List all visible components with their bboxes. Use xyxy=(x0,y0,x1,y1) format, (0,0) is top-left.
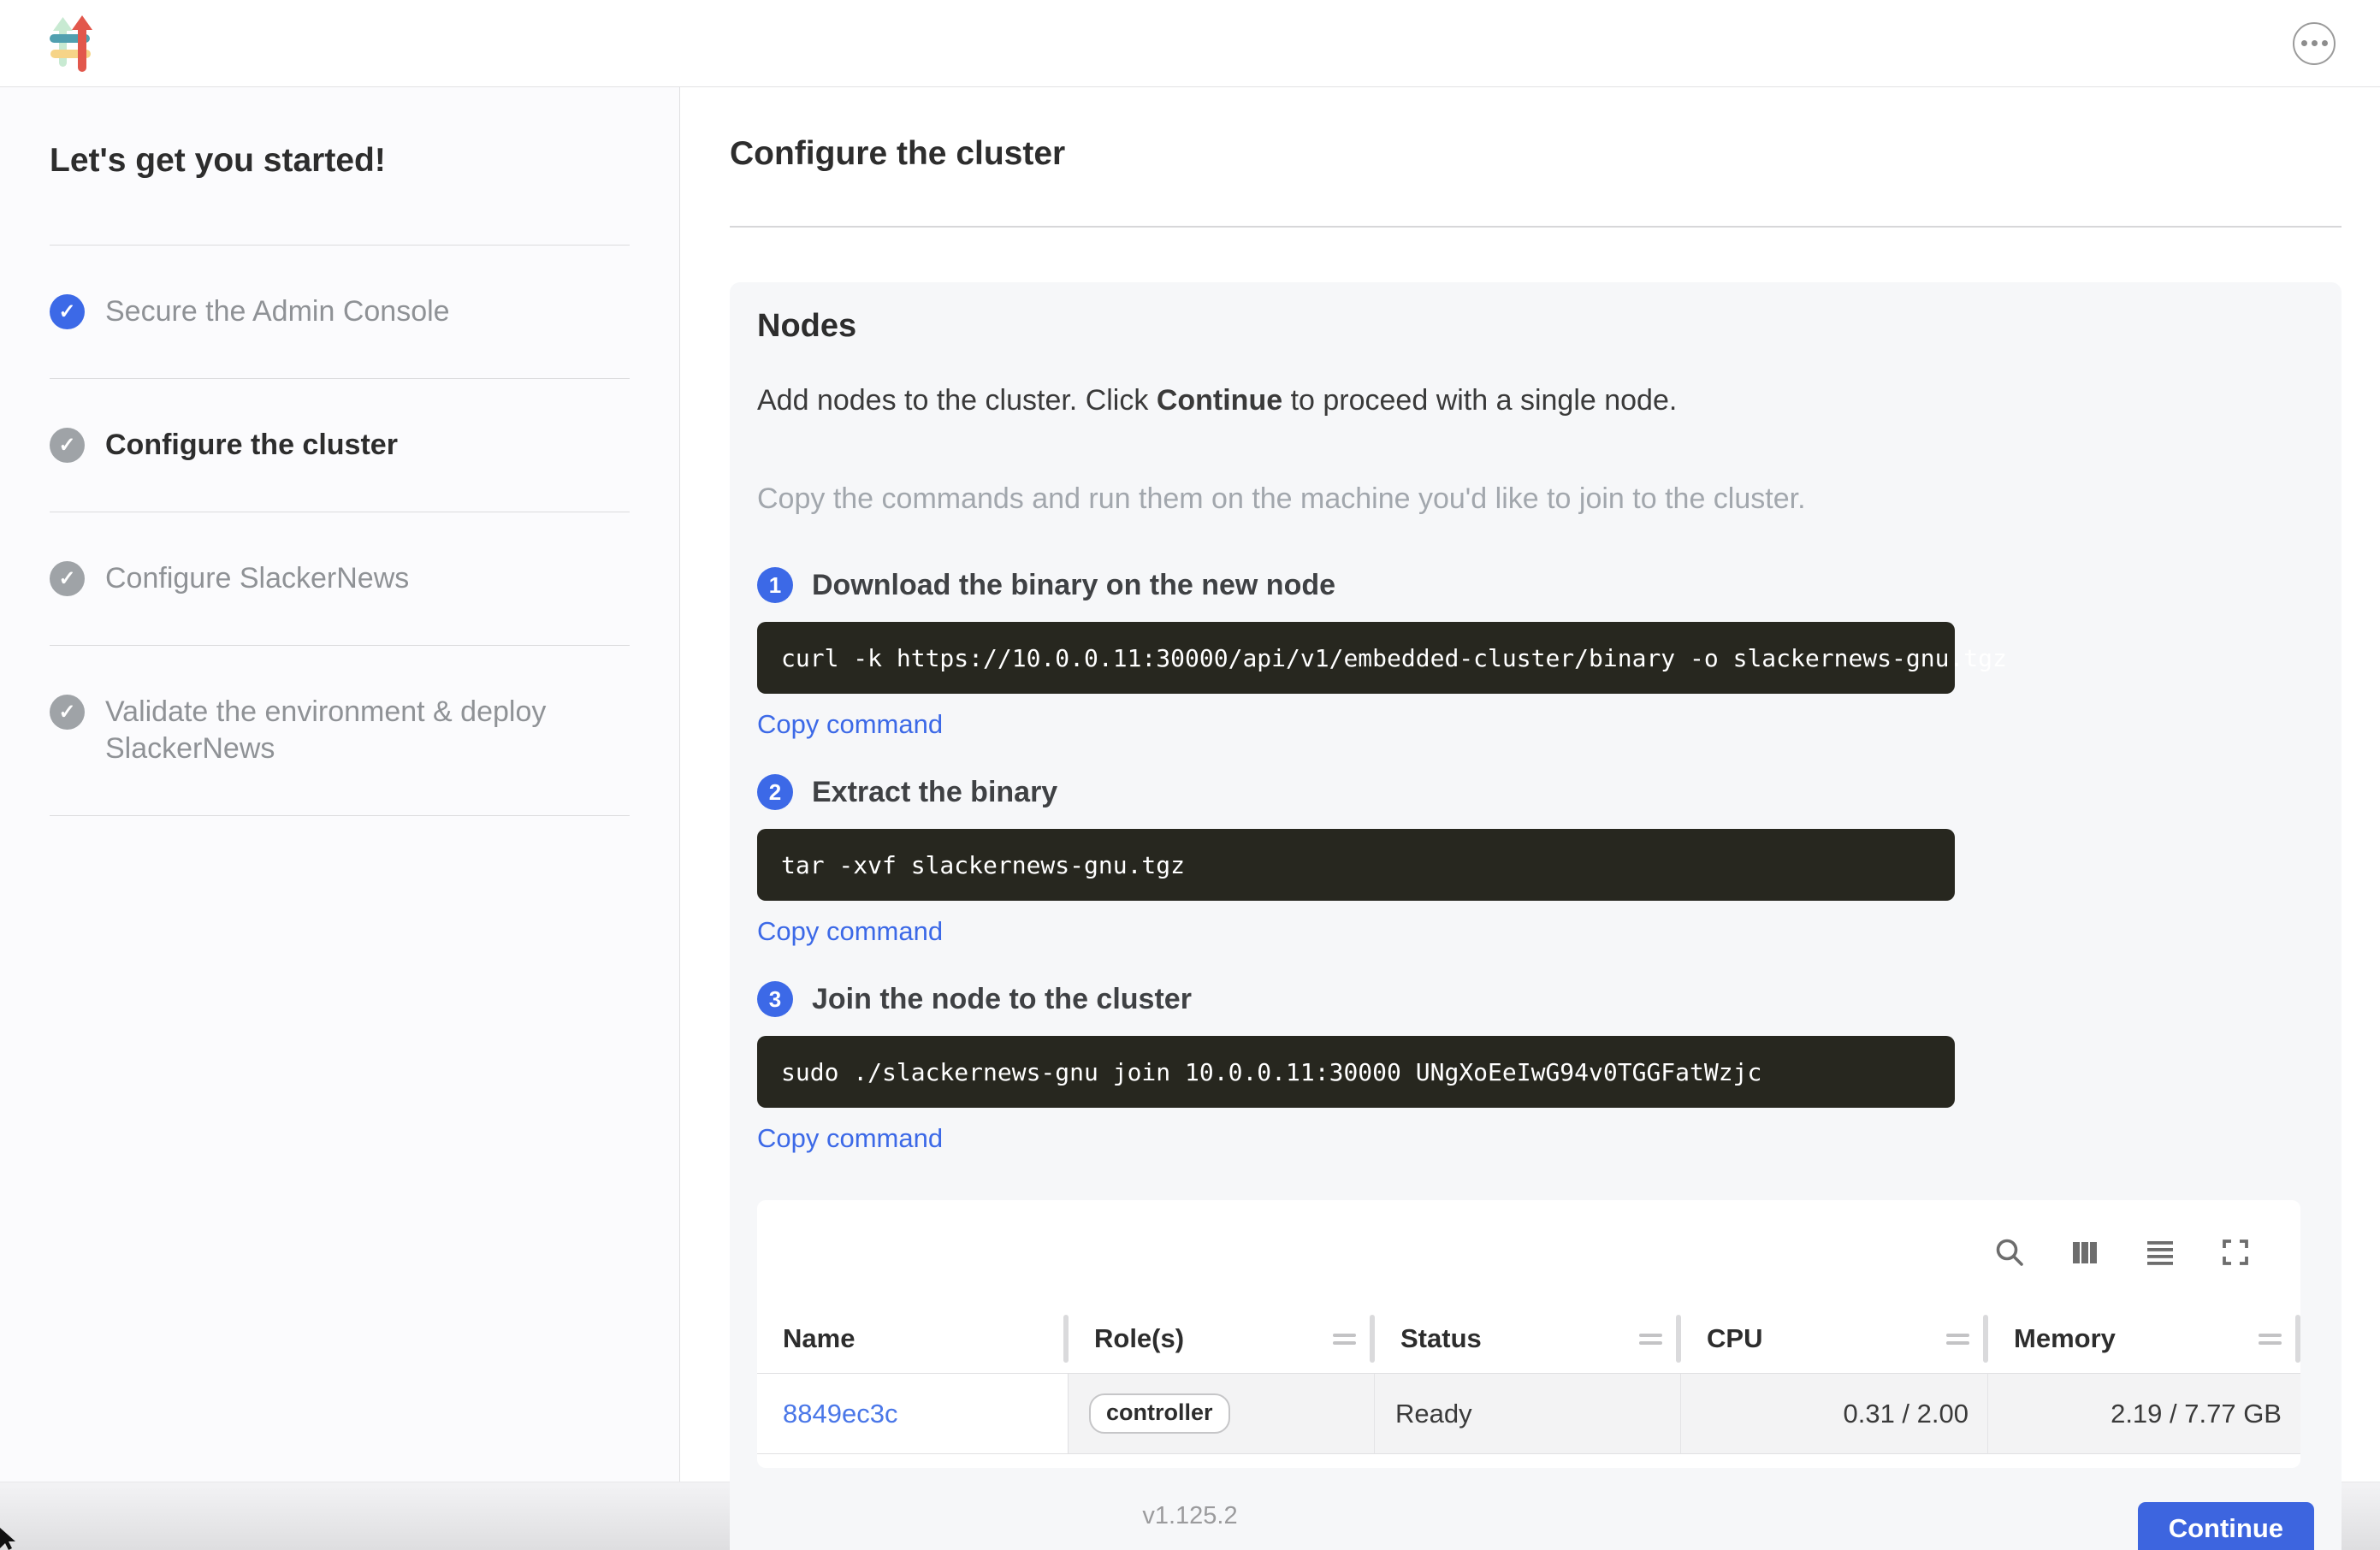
node-cpu-cell: 0.31 / 2.00 xyxy=(1681,1374,1988,1454)
sidebar-item-label: Configure SlackerNews xyxy=(105,560,409,597)
step-2-header: 2 Extract the binary xyxy=(757,774,2314,810)
ellipsis-icon xyxy=(2301,40,2307,46)
node-roles-cell: controller xyxy=(1069,1374,1375,1454)
table-row: 8849ec3c controller Ready 0.31 / 2.00 2.… xyxy=(757,1374,2300,1454)
column-menu-icon[interactable] xyxy=(1946,1329,1969,1349)
role-chip: controller xyxy=(1089,1393,1230,1434)
nodes-card: Nodes Add nodes to the cluster. Click Co… xyxy=(730,282,2342,1550)
column-header-memory[interactable]: Memory xyxy=(1988,1304,2300,1373)
sidebar-title: Let's get you started! xyxy=(50,87,630,246)
node-name-link[interactable]: 8849ec3c xyxy=(783,1399,897,1429)
nodes-instructions: Copy the commands and run them on the ma… xyxy=(757,482,2314,516)
sidebar-item-label: Validate the environment & deploy Slacke… xyxy=(105,694,630,767)
step-1-title: Download the binary on the new node xyxy=(812,569,1335,602)
check-circle-complete-icon: ✓ xyxy=(50,294,85,329)
node-memory-cell: 2.19 / 7.77 GB xyxy=(1988,1374,2300,1454)
top-header xyxy=(0,0,2380,87)
column-menu-icon[interactable] xyxy=(2259,1329,2282,1349)
column-header-roles[interactable]: Role(s) xyxy=(1069,1304,1375,1373)
step-2-badge: 2 xyxy=(757,774,793,810)
sidebar-item-configure-cluster[interactable]: ✓ Configure the cluster xyxy=(50,379,630,512)
more-menu-button[interactable] xyxy=(2293,22,2336,65)
setup-steps-nav: ✓ Secure the Admin Console ✓ Configure t… xyxy=(50,246,630,816)
step-2-command-code: tar -xvf slackernews-gnu.tgz xyxy=(757,829,1955,901)
step-3-header: 3 Join the node to the cluster xyxy=(757,981,2314,1017)
mouse-cursor-icon xyxy=(0,1528,19,1550)
step-3-command-code: sudo ./slackernews-gnu join 10.0.0.11:30… xyxy=(757,1036,1955,1108)
page-title: Configure the cluster xyxy=(730,135,2342,173)
sidebar-item-label: Secure the Admin Console xyxy=(105,293,450,330)
check-circle-pending-icon: ✓ xyxy=(50,561,85,596)
title-divider xyxy=(730,226,2342,228)
sidebar-item-configure-slackernews[interactable]: ✓ Configure SlackerNews xyxy=(50,512,630,646)
step-3-title: Join the node to the cluster xyxy=(812,983,1192,1016)
step-3-badge: 3 xyxy=(757,981,793,1017)
node-status-cell: Ready xyxy=(1375,1374,1681,1454)
setup-sidebar: Let's get you started! ✓ Secure the Admi… xyxy=(0,87,680,1482)
version-label: v1.125.2 xyxy=(1142,1502,1237,1530)
table-toolbar xyxy=(757,1200,2300,1304)
step-1-command-code: curl -k https://10.0.0.11:30000/api/v1/e… xyxy=(757,622,1955,694)
column-header-name[interactable]: Name xyxy=(757,1304,1069,1373)
step-1-badge: 1 xyxy=(757,567,793,603)
sidebar-item-label: Configure the cluster xyxy=(105,427,398,464)
table-header-row: Name Role(s) Status CPU xyxy=(757,1304,2300,1374)
step-2-title: Extract the binary xyxy=(812,776,1057,809)
main-content: Configure the cluster Nodes Add nodes to… xyxy=(680,87,2380,1482)
nodes-intro: Add nodes to the cluster. Click Continue… xyxy=(757,384,2314,417)
step-2-copy-command-link[interactable]: Copy command xyxy=(757,916,943,947)
sidebar-item-validate-deploy[interactable]: ✓ Validate the environment & deploy Slac… xyxy=(50,646,630,816)
column-menu-icon[interactable] xyxy=(1333,1329,1356,1349)
card-actions: Continue xyxy=(757,1502,2314,1550)
search-icon[interactable] xyxy=(1992,1235,2027,1269)
columns-icon[interactable] xyxy=(2068,1235,2102,1269)
check-circle-pending-icon: ✓ xyxy=(50,428,85,463)
step-1-header: 1 Download the binary on the new node xyxy=(757,567,2314,603)
column-header-status[interactable]: Status xyxy=(1375,1304,1681,1373)
column-header-cpu[interactable]: CPU xyxy=(1681,1304,1988,1373)
nodes-table: Name Role(s) Status CPU xyxy=(757,1200,2300,1468)
check-circle-pending-icon: ✓ xyxy=(50,695,85,730)
fullscreen-icon[interactable] xyxy=(2218,1235,2253,1269)
step-1-copy-command-link[interactable]: Copy command xyxy=(757,709,943,740)
slackernews-logo-icon xyxy=(50,15,99,72)
density-icon[interactable] xyxy=(2143,1235,2177,1269)
column-separator[interactable] xyxy=(2295,1315,2300,1363)
step-3-copy-command-link[interactable]: Copy command xyxy=(757,1123,943,1154)
continue-button[interactable]: Continue xyxy=(2138,1502,2314,1550)
sidebar-item-secure-admin-console[interactable]: ✓ Secure the Admin Console xyxy=(50,246,630,379)
column-menu-icon[interactable] xyxy=(1639,1329,1662,1349)
nodes-heading: Nodes xyxy=(757,308,2314,345)
node-name-cell: 8849ec3c xyxy=(757,1374,1069,1454)
